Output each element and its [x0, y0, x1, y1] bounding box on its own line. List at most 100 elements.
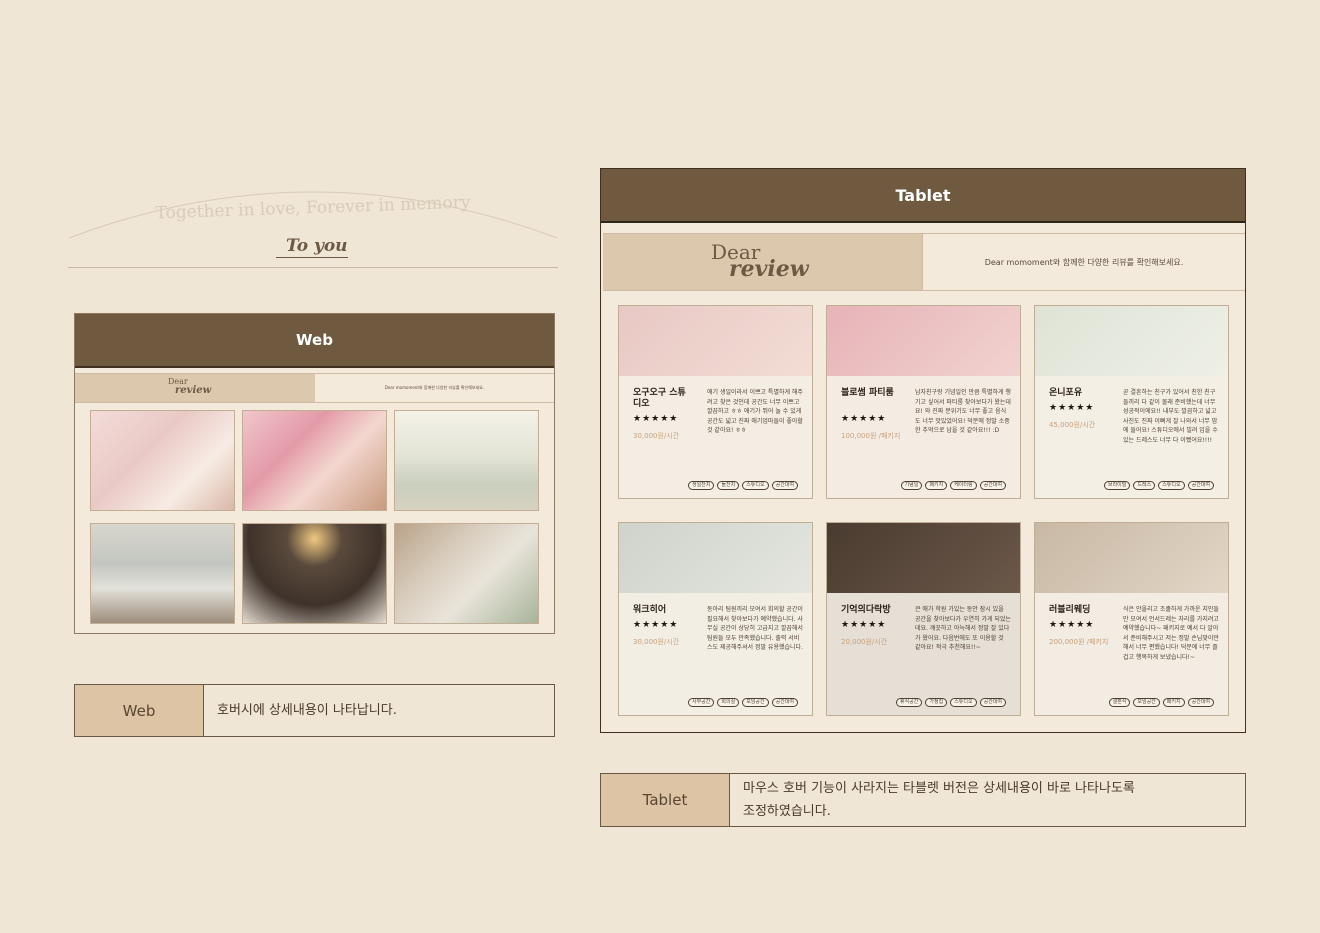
- review-card[interactable]: 온니포유 ★★★★★ 45,000원/시간 곧 결혼하는 친구가 있어서 친한 …: [1034, 305, 1229, 499]
- intro-divider: [68, 267, 558, 268]
- card-star-rating: ★★★★★: [841, 620, 887, 630]
- card-tag[interactable]: 스튜디오: [742, 481, 769, 490]
- card-tags: 사무공간 회의실 모임공간 공간대여: [687, 698, 798, 707]
- card-tag[interactable]: 생일잔치: [687, 481, 715, 490]
- signature-underline: [276, 257, 348, 258]
- card-price: 30,000원/시간: [633, 638, 680, 646]
- web-caption-label: Web: [75, 685, 204, 736]
- card-tag[interactable]: 회의실: [717, 698, 740, 707]
- card-star-rating: ★★★★★: [1049, 620, 1095, 630]
- card-tag[interactable]: 돌잔치: [717, 481, 740, 490]
- tablet-header-title: Tablet: [895, 185, 951, 205]
- web-logo-review: review: [175, 385, 212, 396]
- web-caption: Web 호버시에 상세내용이 나타납니다.: [74, 684, 555, 737]
- card-star-rating: ★★★★★: [841, 414, 887, 424]
- tablet-mockup: Tablet Dear review Dear momoment와 함께한 다양…: [600, 168, 1246, 733]
- web-photo-flower-table[interactable]: [242, 410, 387, 511]
- card-tag[interactable]: 사무공간: [687, 698, 715, 707]
- card-tag[interactable]: 공간대여: [1187, 481, 1214, 490]
- card-detail-panel: 오구오구 스튜디오 ★★★★★ 30,000원/시간 애기 생일이라서 이쁘고 …: [619, 376, 812, 498]
- card-star-rating: ★★★★★: [633, 620, 679, 630]
- web-photo-grid: [90, 410, 541, 624]
- web-photo-white-flowers[interactable]: [394, 410, 539, 511]
- card-tags: 휴식공간 가정집 스튜디오 공간대여: [895, 698, 1006, 707]
- web-header: Web: [75, 314, 554, 368]
- card-detail-panel: 워크히어 ★★★★★ 30,000원/시간 동아리 팀원끼리 모여서 회의할 공…: [619, 593, 812, 715]
- card-photo: [827, 306, 1020, 376]
- review-card[interactable]: 워크히어 ★★★★★ 30,000원/시간 동아리 팀원끼리 모여서 회의할 공…: [618, 522, 813, 716]
- card-review-text: 동아리 팀원끼리 모여서 회의할 공간이 필요해서 찾아보다가 예약했습니다. …: [707, 606, 803, 651]
- card-photo: [619, 523, 812, 593]
- card-review-text: 곧 결혼하는 친구가 있어서 친한 친구들끼리 다 같이 몰래 준비했는데 너무…: [1123, 389, 1218, 444]
- card-review-text: 식은 안올리고 조촐하게 가까운 지인들만 모여서 언서드레는 자리를 가지려고…: [1123, 606, 1219, 661]
- web-photo-child-reading[interactable]: [242, 523, 387, 624]
- intro-arc: Together in love, Forever in memory To y…: [68, 176, 558, 271]
- intro-signature: To you: [286, 236, 348, 256]
- card-tag[interactable]: 휴식공간: [895, 698, 923, 707]
- card-tags: 결혼식 모임공간 패키지 공간대여: [1108, 698, 1214, 707]
- card-tag[interactable]: 가정집: [925, 698, 948, 707]
- card-place-name: 러블리웨딩: [1049, 605, 1091, 615]
- card-price: 100,000원 /패키지: [841, 432, 901, 440]
- card-star-rating: ★★★★★: [633, 414, 679, 424]
- card-tag[interactable]: 케이터링: [950, 481, 977, 490]
- card-tag[interactable]: 모임공간: [742, 698, 769, 707]
- tablet-banner-text: Dear momoment와 함께한 다양한 리뷰를 확인해보세요.: [984, 257, 1184, 267]
- card-place-name: 온니포유: [1049, 388, 1083, 398]
- web-header-title: Web: [296, 331, 333, 349]
- card-tag[interactable]: 브라이덜: [1103, 481, 1131, 490]
- card-tag[interactable]: 공간대여: [771, 698, 798, 707]
- card-tag[interactable]: 공간대여: [979, 481, 1006, 490]
- card-photo: [827, 523, 1020, 593]
- card-photo: [1035, 306, 1228, 376]
- card-price: 200,000원 /패키지: [1049, 638, 1109, 646]
- tablet-caption: Tablet 마우스 호버 기능이 사라지는 타블렛 버전은 상세내용이 바로 …: [600, 773, 1246, 827]
- card-place-name: 오구오구 스튜디오: [633, 388, 686, 409]
- card-review-text: 애기 생일이라서 이쁘고 특별하게 해주려고 찾은 것인데 공간도 너무 이쁘고…: [707, 389, 803, 434]
- review-card[interactable]: 기억의다락방 ★★★★★ 20,000원/시간 큰 애가 학원 가있는 동안 잠…: [826, 522, 1021, 716]
- card-tag[interactable]: 패키지: [1162, 698, 1185, 707]
- card-tag[interactable]: 결혼식: [1108, 698, 1131, 707]
- card-tag[interactable]: 공간대여: [979, 698, 1006, 707]
- tablet-caption-text: 마우스 호버 기능이 사라지는 타블렛 버전은 상세내용이 바로 나타나도록 조…: [743, 781, 1135, 819]
- card-detail-panel: 러블리웨딩 ★★★★★ 200,000원 /패키지 식은 안올리고 조촐하게 가…: [1035, 593, 1228, 715]
- card-tag[interactable]: 패키지: [925, 481, 948, 490]
- card-price: 30,000원/시간: [633, 432, 680, 440]
- web-logo[interactable]: Dear review: [75, 374, 315, 402]
- card-price: 45,000원/시간: [1049, 421, 1096, 429]
- card-detail-panel: 기억의다락방 ★★★★★ 20,000원/시간 큰 애가 학원 가있는 동안 잠…: [827, 593, 1020, 715]
- tablet-banner: Dear review Dear momoment와 함께한 다양한 리뷰를 확…: [603, 233, 1245, 291]
- tablet-card-grid: 오구오구 스튜디오 ★★★★★ 30,000원/시간 애기 생일이라서 이쁘고 …: [618, 305, 1229, 716]
- web-photo-window-view[interactable]: [90, 523, 235, 624]
- card-star-rating: ★★★★★: [1049, 403, 1095, 413]
- card-tags: 생일잔치 돌잔치 스튜디오 공간대여: [687, 481, 798, 490]
- web-caption-text: 호버시에 상세내용이 나타납니다.: [217, 703, 397, 718]
- card-tag[interactable]: 스튜디오: [950, 698, 977, 707]
- card-tag[interactable]: 기념일: [900, 481, 923, 490]
- card-detail-panel: 블로썸 파티룸 ★★★★★ 100,000원 /패키지 남자친구랑 기념일인 만…: [827, 376, 1020, 498]
- tablet-header: Tablet: [601, 169, 1245, 223]
- card-tag[interactable]: 공간대여: [1187, 698, 1214, 707]
- card-tag[interactable]: 스튜디오: [1158, 481, 1185, 490]
- card-price: 20,000원/시간: [841, 638, 888, 646]
- review-card[interactable]: 오구오구 스튜디오 ★★★★★ 30,000원/시간 애기 생일이라서 이쁘고 …: [618, 305, 813, 499]
- tablet-caption-label: Tablet: [601, 774, 730, 826]
- card-place-name: 블로썸 파티룸: [841, 388, 894, 398]
- web-banner-text: Dear momoment와 함께한 다양한 리뷰를 확인해보세요.: [384, 385, 485, 390]
- card-review-text: 남자친구랑 기념일인 만큼 특별하게 챙기고 싶어서 파티룸 찾아보다가 왔는데…: [915, 389, 1011, 434]
- web-banner: Dear review Dear momoment와 함께한 다양한 리뷰를 확…: [75, 373, 554, 403]
- card-tags: 브라이덜 드레스 스튜디오 공간대여: [1103, 481, 1214, 490]
- web-photo-wedding-table[interactable]: [394, 523, 539, 624]
- web-mockup: Web Dear review Dear momoment와 함께한 다양한 리…: [74, 313, 555, 634]
- card-photo: [1035, 523, 1228, 593]
- tablet-logo[interactable]: Dear review: [603, 234, 923, 290]
- web-photo-first-birthday[interactable]: [90, 410, 235, 511]
- card-tag[interactable]: 모임공간: [1133, 698, 1160, 707]
- card-tags: 기념일 패키지 케이터링 공간대여: [900, 481, 1006, 490]
- card-place-name: 워크히어: [633, 605, 667, 615]
- card-tag[interactable]: 드레스: [1133, 481, 1156, 490]
- card-tag[interactable]: 공간대여: [771, 481, 798, 490]
- review-card[interactable]: 블로썸 파티룸 ★★★★★ 100,000원 /패키지 남자친구랑 기념일인 만…: [826, 305, 1021, 499]
- review-card[interactable]: 러블리웨딩 ★★★★★ 200,000원 /패키지 식은 안올리고 조촐하게 가…: [1034, 522, 1229, 716]
- card-detail-panel: 온니포유 ★★★★★ 45,000원/시간 곧 결혼하는 친구가 있어서 친한 …: [1035, 376, 1228, 498]
